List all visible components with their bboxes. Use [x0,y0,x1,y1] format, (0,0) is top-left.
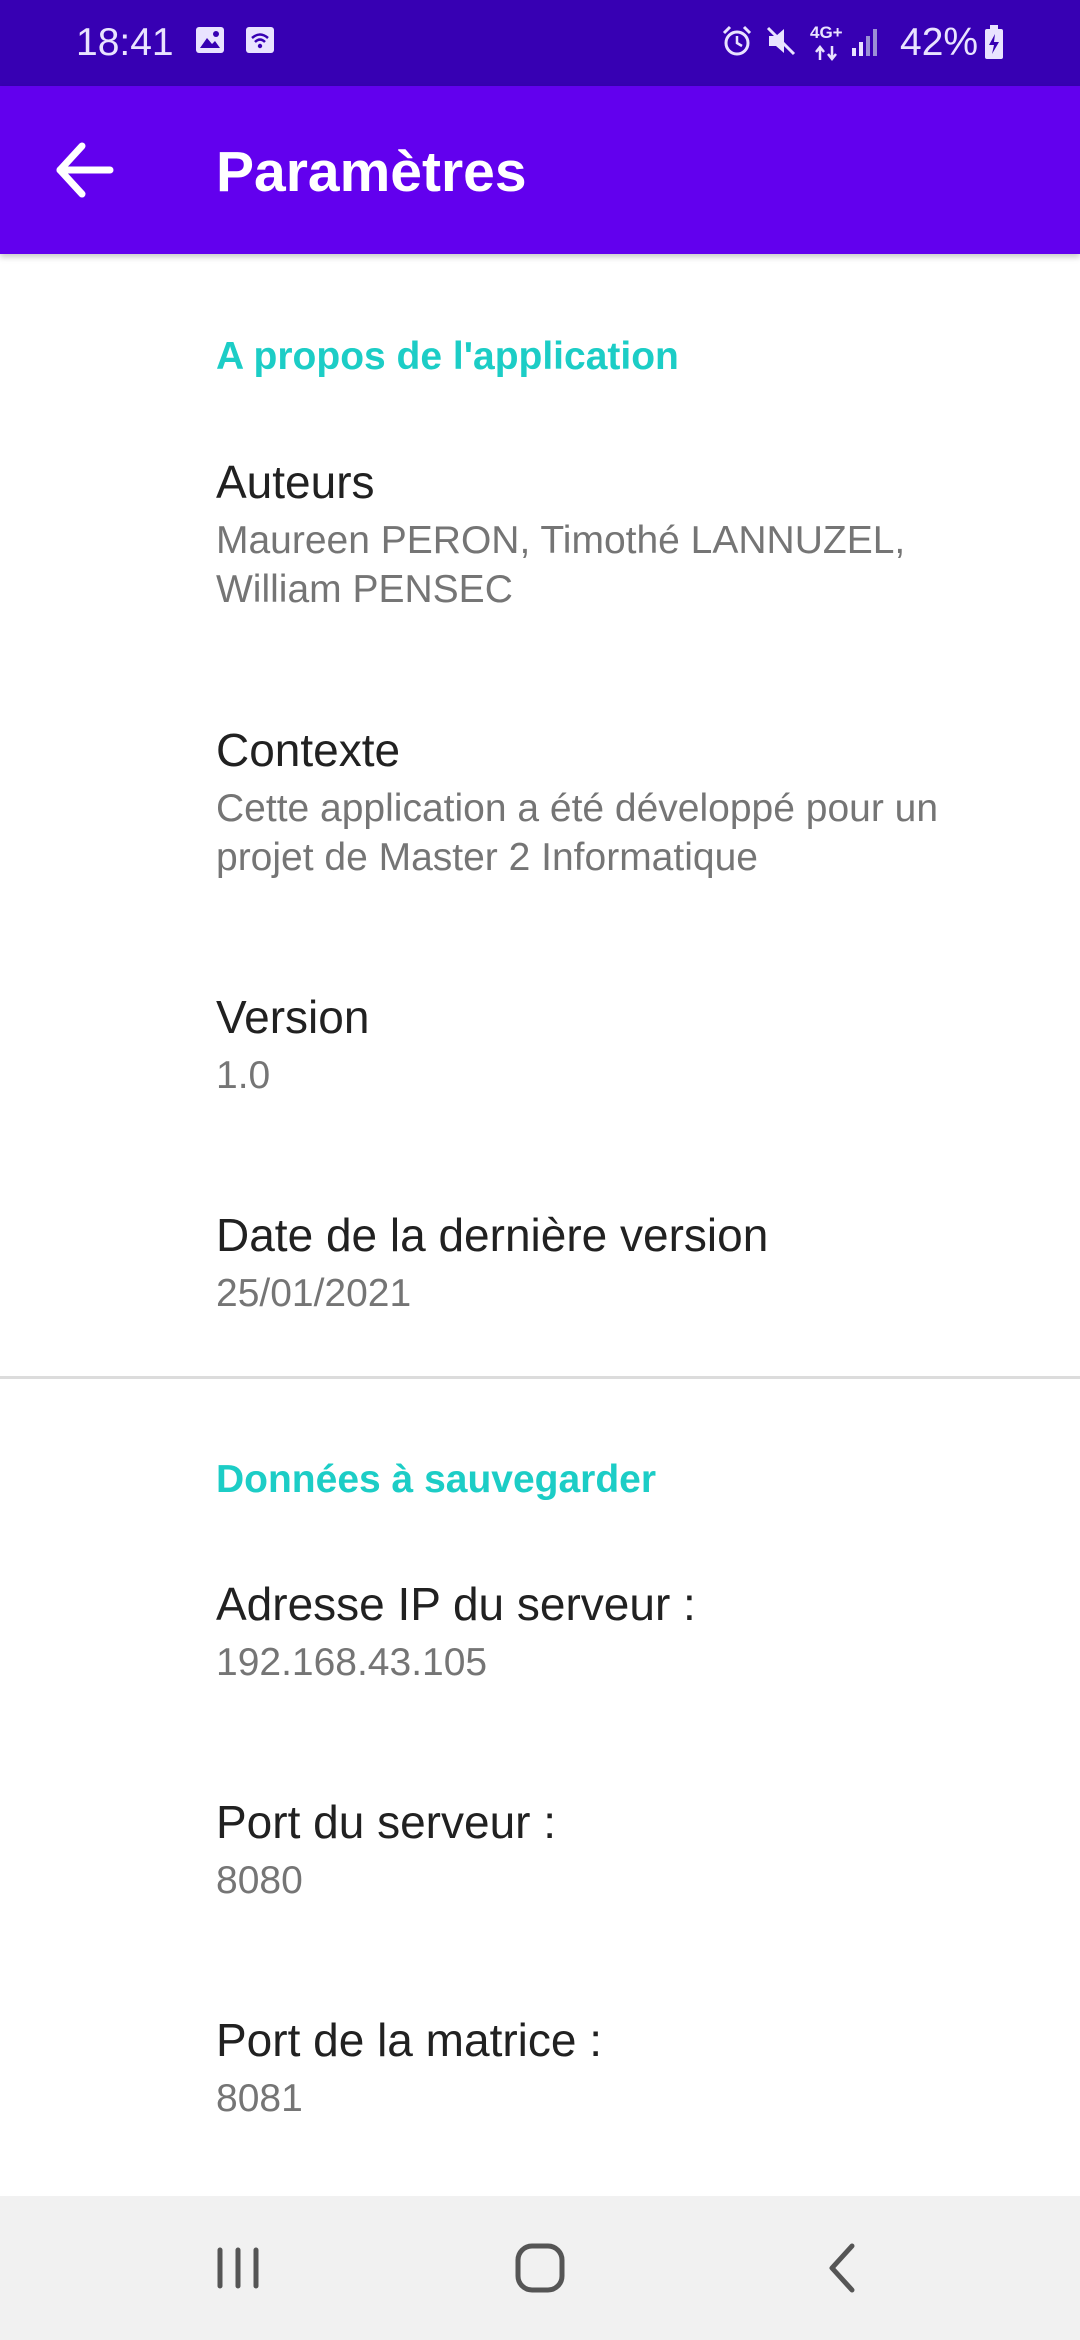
battery-charging-icon [985,25,1003,59]
pref-title: Version [216,991,370,1043]
back-icon [829,2243,855,2293]
recents-icon [217,2247,259,2289]
home-icon [515,2243,565,2293]
pref-title: Port du serveur : [216,1796,557,1848]
status-time: 18:41 [76,21,174,64]
pref-summary: 25/01/2021 [216,1272,412,1315]
pref-authors[interactable]: Auteurs Maureen PERON, Timothé LANNUZEL,… [0,444,1080,674]
mute-icon [766,26,796,56]
category-about-title: A propos de l'application [216,335,679,378]
pref-context[interactable]: Contexte Cette application a été dévelop… [0,712,1080,942]
section-divider [0,1376,1080,1379]
pref-summary: 8081 [216,2077,303,2120]
home-button[interactable] [480,2218,600,2318]
signal-icon [852,29,877,56]
recents-button[interactable] [178,2218,298,2318]
nav-back-button[interactable] [782,2218,902,2318]
pref-title: Adresse IP du serveur : [216,1578,696,1630]
pref-matrix-port[interactable]: Port de la matrice : 8081 [0,2002,1080,2182]
pref-summary: Cette application a été développé pour u… [216,787,939,879]
pref-summary: 1.0 [216,1054,271,1097]
pref-title: Auteurs [216,456,375,508]
app-bar: Paramètres [0,86,1080,254]
pref-title: Contexte [216,724,401,776]
system-nav-bar [0,2196,1080,2340]
arrow-back-icon [56,142,114,198]
pref-summary: 192.168.43.105 [216,1641,488,1684]
pref-title: Port de la matrice : [216,2014,603,2066]
pref-title: Date de la dernière version [216,1209,769,1261]
back-button[interactable] [36,126,132,214]
category-saved-data-title: Données à sauvegarder [216,1458,657,1501]
network-type-label: 4G+ [810,23,843,42]
page-title: Paramètres [216,140,527,204]
pref-summary: Maureen PERON, Timothé LANNUZEL, William… [216,519,906,611]
wifi-hotspot-icon [246,27,274,53]
battery-percentage: 42% [900,21,979,64]
image-notification-icon [196,27,224,53]
data-arrows-icon [815,44,837,62]
pref-summary: 8080 [216,1859,303,1902]
pref-server-port[interactable]: Port du serveur : 8080 [0,1784,1080,1964]
pref-release-date[interactable]: Date de la dernière version 25/01/2021 [0,1197,1080,1377]
alarm-icon [722,25,752,56]
status-bar: 18:41 4G+ 42% [0,0,1080,86]
pref-version[interactable]: Version 1.0 [0,979,1080,1159]
pref-server-ip[interactable]: Adresse IP du serveur : 192.168.43.105 [0,1566,1080,1746]
